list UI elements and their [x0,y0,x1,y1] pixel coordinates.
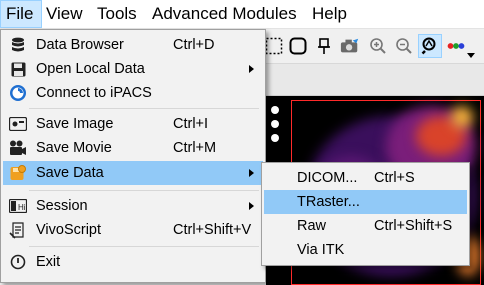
pin-icon[interactable] [314,36,334,56]
image-icon [9,115,27,133]
viewport-header [260,64,484,96]
menu-item-shortcut: Ctrl+D [173,37,215,53]
menu-item-shortcut: Ctrl+Shift+S [374,218,453,234]
camera-icon[interactable] [340,36,360,56]
menu-item-shortcut: Ctrl+S [374,170,415,186]
zoom-fit-icon[interactable] [418,34,442,58]
menu-view[interactable]: View [41,0,88,28]
zoom-out-icon[interactable] [394,36,414,56]
movie-camera-icon [9,139,27,157]
submenu-item-via-itk[interactable]: Via ITK [264,238,467,262]
viewport-indicator-dot[interactable] [271,106,279,114]
menu-item-label: Open Local Data [36,61,145,77]
exit-icon [9,253,27,271]
menu-item-vivoscript[interactable]: VivoScript Ctrl+Shift+V [3,218,263,242]
menu-bar: File View Tools Advanced Modules Help [0,0,484,29]
menu-item-shortcut: Ctrl+I [173,116,209,132]
menu-item-exit[interactable]: Exit [3,250,263,274]
menu-item-label: Save Movie [36,140,112,156]
file-menu: Data Browser Ctrl+D Open Local Data Conn… [0,29,266,283]
submenu-arrow-icon [249,65,254,73]
submenu-arrow-icon [249,202,254,210]
menu-item-label: Data Browser [36,37,124,53]
menu-separator [29,190,259,191]
menu-item-shortcut: Ctrl+Shift+V [173,222,252,238]
script-icon [9,221,27,239]
submenu-item-dicom[interactable]: DICOM... Ctrl+S [264,166,467,190]
svg-text:Hi: Hi [18,203,26,212]
save-data-submenu: DICOM... Ctrl+S TRaster... Raw Ctrl+Shif… [261,162,470,266]
toolbar [260,29,484,64]
menu-item-label: Save Image [36,116,114,132]
menu-item-label: Via ITK [297,242,345,258]
menu-item-label: Connect to iPACS [36,85,152,101]
save-data-icon [9,164,27,182]
zoom-in-icon[interactable] [368,36,388,56]
rounded-rect-icon[interactable] [288,36,308,56]
menu-item-label: TRaster... [297,194,360,210]
menu-item-label: Session [36,198,88,214]
menu-item-label: DICOM... [297,170,358,186]
menu-item-shortcut: Ctrl+M [173,140,217,156]
menu-help[interactable]: Help [307,0,352,28]
heatmap-region [451,106,473,128]
menu-advanced-modules[interactable]: Advanced Modules [147,0,302,28]
dropdown-arrow-icon[interactable] [466,51,476,59]
menu-item-open-local-data[interactable]: Open Local Data [3,57,263,81]
menu-tools[interactable]: Tools [92,0,142,28]
menu-separator [29,108,259,109]
menu-item-save-data[interactable]: Save Data [3,161,263,185]
viewport-indicator-dot[interactable] [271,134,279,142]
menu-item-save-image[interactable]: Save Image Ctrl+I [3,112,263,136]
menu-item-label: Save Data [36,165,104,181]
menu-item-label: Exit [36,254,61,270]
database-icon [9,36,27,54]
menu-item-save-movie[interactable]: Save Movie Ctrl+M [3,136,263,160]
submenu-item-raw[interactable]: Raw Ctrl+Shift+S [264,214,467,238]
menu-item-connect-ipacs[interactable]: Connect to iPACS [3,81,263,105]
menu-item-label: VivoScript [36,222,102,238]
submenu-item-traster[interactable]: TRaster... [264,190,467,214]
viewport-indicator-dot[interactable] [271,120,279,128]
ipacs-icon [9,84,27,102]
menu-file[interactable]: File [0,0,42,28]
menu-separator [29,246,259,247]
menu-item-label: Raw [297,218,327,234]
select-rect-icon[interactable] [264,36,284,56]
menu-item-session[interactable]: Hi Session [3,194,263,218]
color-dots-icon[interactable] [446,36,466,56]
session-icon: Hi [9,197,27,215]
submenu-arrow-icon [249,169,254,177]
menu-item-data-browser[interactable]: Data Browser Ctrl+D [3,33,263,57]
floppy-icon [9,60,27,78]
